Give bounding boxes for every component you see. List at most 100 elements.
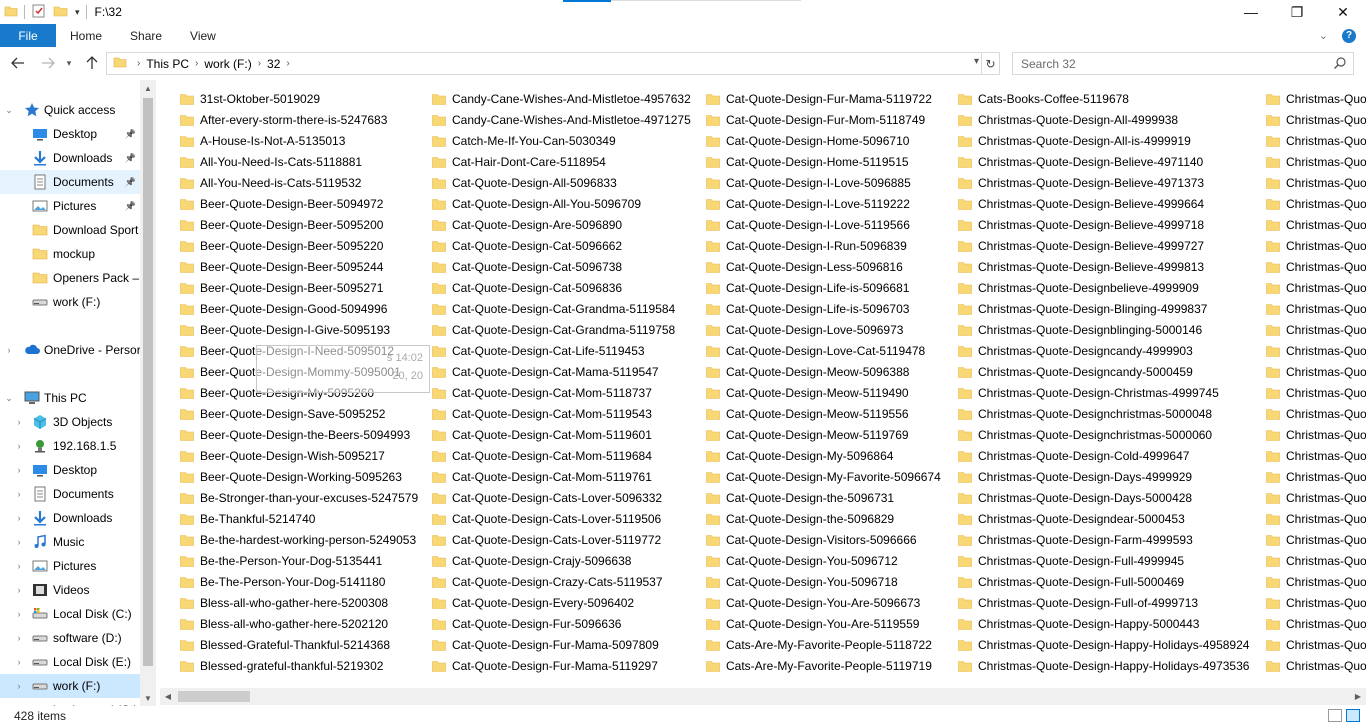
folder-item[interactable]: Cat-Quote-Design-Cats-Lover-5096332 bbox=[432, 487, 691, 508]
folder-item[interactable]: Cat-Quote-Design-Life-is-5096681 bbox=[706, 277, 941, 298]
folder-item[interactable]: Cats-Are-My-Favorite-People-5119719 bbox=[706, 655, 941, 676]
folder-item[interactable]: Christmas-Quot bbox=[1266, 172, 1366, 193]
folder-item[interactable]: Christmas-Quot bbox=[1266, 193, 1366, 214]
folder-item[interactable]: Christmas-Quot bbox=[1266, 109, 1366, 130]
folder-item[interactable]: Christmas-Quote-Designbelieve-4999909 bbox=[958, 277, 1249, 298]
chevron-right-icon[interactable]: › bbox=[14, 585, 24, 595]
back-arrow-icon[interactable] bbox=[6, 51, 30, 75]
folder-item[interactable]: Cat-Quote-Design-Cat-Mama-5119547 bbox=[432, 361, 691, 382]
chevron-right-icon[interactable]: › bbox=[14, 513, 24, 523]
nav-item[interactable]: › Downloads bbox=[0, 506, 140, 530]
folder-item[interactable]: Cat-Quote-Design-the-5096829 bbox=[706, 508, 941, 529]
nav-item[interactable]: › OneDrive - Persor bbox=[0, 338, 141, 362]
folder-item[interactable]: Cat-Quote-Design-My-5096864 bbox=[706, 445, 941, 466]
nav-item[interactable]: mockup bbox=[0, 242, 140, 266]
address-history-chevron-icon[interactable]: ▾ bbox=[974, 56, 979, 67]
folder-item[interactable]: Beer-Quote-Design-I-Give-5095193 bbox=[180, 319, 418, 340]
folder-item[interactable]: Christmas-Quote-Design-Days-4999929 bbox=[958, 466, 1249, 487]
folder-item[interactable]: Christmas-Quot bbox=[1266, 529, 1366, 550]
folder-item[interactable]: Christmas-Quote-Designblinging-5000146 bbox=[958, 319, 1249, 340]
folder-item[interactable]: Christmas-Quot bbox=[1266, 214, 1366, 235]
close-button[interactable]: ✕ bbox=[1320, 0, 1366, 24]
folder-item[interactable]: Be-the-Person-Your-Dog-5135441 bbox=[180, 550, 418, 571]
folder-item[interactable]: 31st-Oktober-5019029 bbox=[180, 88, 418, 109]
folder-item[interactable]: Cat-Quote-Design-the-5096731 bbox=[706, 487, 941, 508]
folder-item[interactable]: Cat-Quote-Design-Fur-Mama-5097809 bbox=[432, 634, 691, 655]
folder-item[interactable]: Be-Stronger-than-your-excuses-5247579 bbox=[180, 487, 418, 508]
nav-item[interactable]: Downloads 📌 bbox=[0, 146, 140, 170]
nav-item[interactable]: › Videos bbox=[0, 578, 140, 602]
nav-item[interactable]: Documents 📌 bbox=[0, 170, 140, 194]
folder-item[interactable]: Christmas-Quot bbox=[1266, 445, 1366, 466]
folder-item[interactable]: Christmas-Quot bbox=[1266, 88, 1366, 109]
nav-item[interactable]: Desktop 📌 bbox=[0, 122, 140, 146]
chevron-right-icon[interactable]: › bbox=[14, 489, 24, 499]
folder-item[interactable]: Christmas-Quot bbox=[1266, 571, 1366, 592]
folder-item[interactable]: Beer-Quote-Design-Beer-5095244 bbox=[180, 256, 418, 277]
details-view-icon[interactable] bbox=[1328, 709, 1342, 722]
tab-file[interactable]: File bbox=[0, 24, 56, 47]
nav-item[interactable]: › Pictures bbox=[0, 554, 140, 578]
folder-item[interactable]: Cat-Quote-Design-Cat-Life-5119453 bbox=[432, 340, 691, 361]
folder-item[interactable]: Cat-Quote-Design-Cat-Grandma-5119584 bbox=[432, 298, 691, 319]
folder-item[interactable]: Beer-Quote-Design-Good-5094996 bbox=[180, 298, 418, 319]
folder-item[interactable]: All-You-Need-Is-Cats-5118881 bbox=[180, 151, 418, 172]
folder-item[interactable]: Christmas-Quote-Design-Days-5000428 bbox=[958, 487, 1249, 508]
nav-item[interactable]: › 192.168.1.5 bbox=[0, 434, 140, 458]
folder-item[interactable]: A-House-Is-Not-A-5135013 bbox=[180, 130, 418, 151]
folder-item[interactable]: Candy-Cane-Wishes-And-Mistletoe-4971275 bbox=[432, 109, 691, 130]
folder-item[interactable]: Christmas-Quote-Designdear-5000453 bbox=[958, 508, 1249, 529]
folder-item[interactable]: Christmas-Quot bbox=[1266, 235, 1366, 256]
nav-item[interactable]: ⌄ Quick access bbox=[0, 98, 140, 122]
folder-item[interactable]: Cat-Quote-Design-You-5096712 bbox=[706, 550, 941, 571]
folder-item[interactable]: Be-The-Person-Your-Dog-5141180 bbox=[180, 571, 418, 592]
folder-item[interactable]: Cat-Quote-Design-Fur-Mama-5119297 bbox=[432, 655, 691, 676]
folder-item[interactable]: Christmas-Quot bbox=[1266, 277, 1366, 298]
folder-item[interactable]: Beer-Quote-Design-Beer-5095271 bbox=[180, 277, 418, 298]
chevron-right-icon[interactable]: › bbox=[14, 657, 24, 667]
folder-item[interactable]: Cat-Quote-Design-Cat-Mom-5118737 bbox=[432, 382, 691, 403]
nav-item[interactable]: Pictures 📌 bbox=[0, 194, 140, 218]
folder-item[interactable]: Christmas-Quot bbox=[1266, 466, 1366, 487]
folder-item[interactable]: Cat-Quote-Design-I-Love-5096885 bbox=[706, 172, 941, 193]
folder-item[interactable]: Christmas-Quote-Design-Full-5000469 bbox=[958, 571, 1249, 592]
folder-item[interactable]: Cat-Quote-Design-Fur-Mama-5119722 bbox=[706, 88, 941, 109]
horizontal-scrollbar-thumb[interactable] bbox=[178, 691, 250, 702]
nav-item[interactable]: ⌄ This PC bbox=[0, 386, 140, 410]
breadcrumb-chevron-icon[interactable]: › bbox=[286, 58, 289, 69]
folder-item[interactable]: Cat-Quote-Design-Love-5096973 bbox=[706, 319, 941, 340]
up-arrow-icon[interactable] bbox=[80, 51, 104, 75]
folder-item[interactable]: Christmas-Quot bbox=[1266, 613, 1366, 634]
folder-item[interactable]: Cat-Quote-Design-Cat-Mom-5119543 bbox=[432, 403, 691, 424]
folder-item[interactable]: After-every-storm-there-is-5247683 bbox=[180, 109, 418, 130]
chevron-down-icon[interactable]: ⌄ bbox=[4, 393, 14, 404]
folder-item[interactable]: Christmas-Quot bbox=[1266, 592, 1366, 613]
tab-share[interactable]: Share bbox=[116, 24, 176, 47]
folder-item[interactable]: Cat-Quote-Design-Less-5096816 bbox=[706, 256, 941, 277]
folder-item[interactable]: Cat-Quote-Design-Meow-5119556 bbox=[706, 403, 941, 424]
scroll-right-icon[interactable]: ▶ bbox=[1350, 688, 1366, 705]
folder-item[interactable]: Christmas-Quote-Design-Christmas-4999745 bbox=[958, 382, 1249, 403]
breadcrumb-this-pc[interactable]: This PC bbox=[146, 57, 189, 71]
chevron-right-icon[interactable]: › bbox=[14, 681, 24, 691]
folder-item[interactable]: Christmas-Quote-Design-Believe-4999727 bbox=[958, 235, 1249, 256]
folder-item[interactable]: Christmas-Quote-Designcandy-4999903 bbox=[958, 340, 1249, 361]
scroll-left-icon[interactable]: ◀ bbox=[160, 688, 176, 705]
folder-item[interactable]: Cat-Quote-Design-Meow-5096388 bbox=[706, 361, 941, 382]
nav-item[interactable]: › 3D Objects bbox=[0, 410, 140, 434]
forward-arrow-icon[interactable] bbox=[36, 51, 60, 75]
folder-item[interactable]: Christmas-Quot bbox=[1266, 508, 1366, 529]
refresh-icon[interactable]: ↻ bbox=[981, 53, 999, 74]
folder-item[interactable]: Christmas-Quot bbox=[1266, 361, 1366, 382]
nav-item[interactable]: › Local Disk (E:) bbox=[0, 650, 140, 674]
folder-item[interactable]: Cat-Quote-Design-Are-5096890 bbox=[432, 214, 691, 235]
folder-item[interactable]: Cat-Quote-Design-My-Favorite-5096674 bbox=[706, 466, 941, 487]
minimize-button[interactable]: — bbox=[1228, 0, 1274, 24]
search-icon[interactable] bbox=[1333, 56, 1347, 73]
chevron-down-icon[interactable]: ⌄ bbox=[4, 105, 14, 116]
folder-item[interactable]: Cat-Quote-Design-Cat-5096836 bbox=[432, 277, 691, 298]
folder-item[interactable]: Cat-Quote-Design-Fur-5096636 bbox=[432, 613, 691, 634]
folder-item[interactable]: Beer-Quote-Design-Beer-5095220 bbox=[180, 235, 418, 256]
folder-item[interactable]: Christmas-Quot bbox=[1266, 655, 1366, 676]
folder-item[interactable]: Cat-Quote-Design-Meow-5119490 bbox=[706, 382, 941, 403]
